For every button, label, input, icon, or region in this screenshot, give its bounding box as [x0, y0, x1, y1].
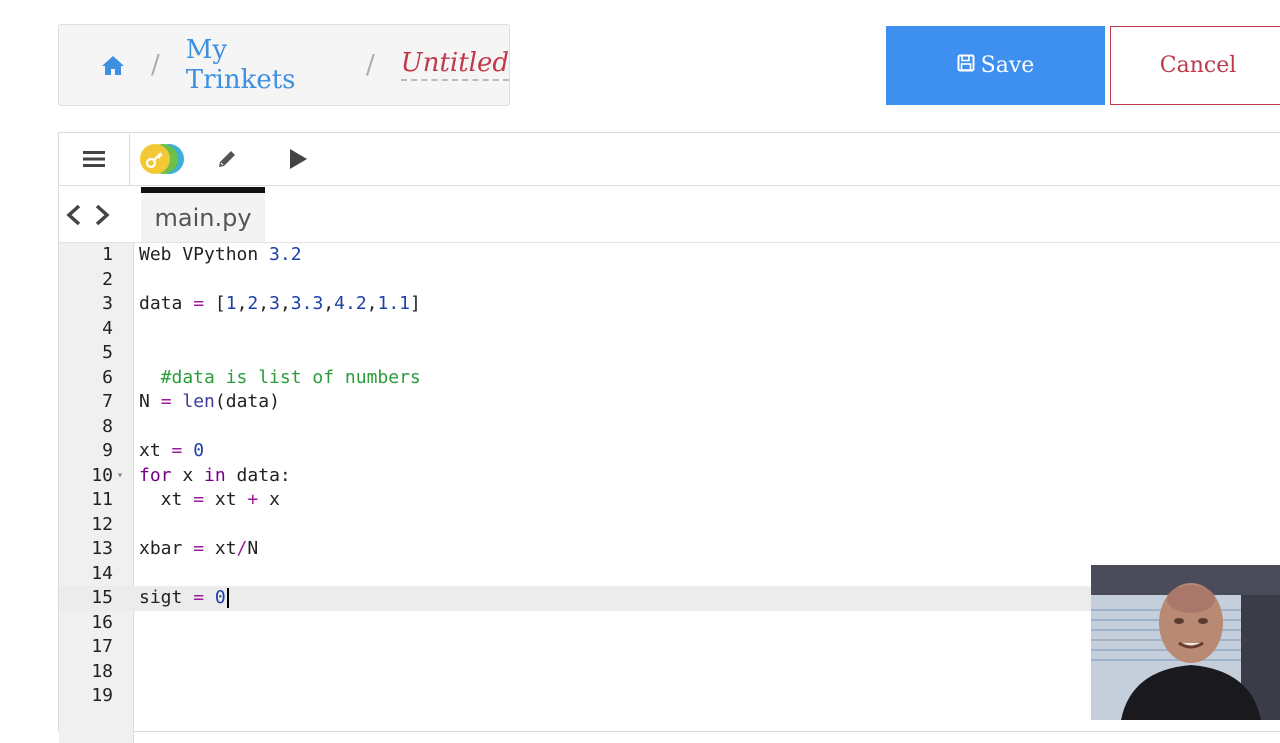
line-number: 18	[91, 660, 113, 682]
code-line: 8	[59, 415, 1280, 440]
tab-main-py[interactable]: main.py	[141, 187, 265, 242]
breadcrumb-separator: /	[151, 50, 160, 80]
breadcrumb-my-trinkets-link[interactable]: My Trinkets	[186, 35, 340, 95]
code-line: 1 Web VPython 3.2	[59, 243, 1280, 268]
code-line: 9 xt = 0	[59, 439, 1280, 464]
file-tab-bar: main.py	[59, 186, 1280, 243]
code-line: 11 xt = xt + x	[59, 488, 1280, 513]
text-cursor	[226, 588, 229, 608]
code-line: 3 data = [1,2,3,3.3,4.2,1.1]	[59, 292, 1280, 317]
code-line: 12	[59, 513, 1280, 538]
line-number: 14	[91, 562, 113, 584]
code-line: 10 ▾ for x in data:	[59, 464, 1280, 489]
line-number: 10	[91, 464, 113, 486]
line-number: 16	[91, 611, 113, 633]
breadcrumb-separator: /	[366, 50, 375, 80]
webcam-overlay	[1091, 565, 1280, 720]
code-line-text: N = len(data)	[139, 391, 280, 412]
cancel-button-label: Cancel	[1159, 53, 1237, 78]
line-number: 12	[91, 513, 113, 535]
line-number: 19	[91, 685, 113, 706]
line-number: 3	[102, 293, 113, 314]
line-number: 17	[91, 636, 113, 657]
line-number: 2	[102, 268, 113, 290]
code-line: 4	[59, 317, 1280, 342]
trinket-title-editable[interactable]: Untitled	[400, 48, 509, 81]
fold-arrow-icon[interactable]: ▾	[117, 464, 123, 489]
code-line: 5	[59, 341, 1280, 366]
line-number: 8	[102, 415, 113, 437]
home-icon[interactable]	[101, 54, 125, 76]
pencil-icon[interactable]	[213, 143, 241, 175]
code-line-text: xt = 0	[139, 440, 205, 461]
line-number: 9	[102, 440, 113, 461]
code-line: 7 N = len(data)	[59, 390, 1280, 415]
line-number: 5	[102, 342, 113, 363]
code-line-text: xbar = xt/N	[139, 538, 259, 559]
tab-nav-arrows	[65, 204, 111, 230]
line-number: 15	[91, 587, 113, 608]
code-line: 13 xbar = xt/N	[59, 537, 1280, 562]
code-line-text: for x in data:	[139, 464, 291, 486]
code-line-text: xt = xt + x	[139, 489, 280, 510]
line-number: 6	[102, 366, 113, 388]
code-line-text: sigt = 0	[139, 586, 229, 611]
chevron-right-icon[interactable]	[93, 204, 111, 230]
line-number: 1	[102, 244, 113, 265]
code-line-text: #data is list of numbers	[139, 366, 421, 388]
chevron-left-icon[interactable]	[65, 204, 83, 230]
code-line-text: Web VPython 3.2	[139, 244, 302, 265]
save-button-label: Save	[980, 53, 1035, 78]
code-line: 6 #data is list of numbers	[59, 366, 1280, 391]
line-number: 11	[91, 489, 113, 510]
editor-toolbar	[59, 133, 1280, 186]
code-line-text: data = [1,2,3,3.3,4.2,1.1]	[139, 293, 421, 314]
line-number: 13	[91, 538, 113, 559]
key-icon[interactable]	[137, 143, 187, 175]
hamburger-menu-icon[interactable]	[59, 133, 130, 185]
floppy-disk-icon	[957, 53, 975, 78]
cancel-button[interactable]: Cancel	[1110, 26, 1280, 105]
line-number: 4	[102, 317, 113, 339]
code-line: 2	[59, 268, 1280, 293]
play-icon[interactable]	[285, 143, 311, 175]
save-button[interactable]: Save	[886, 26, 1105, 105]
line-number: 7	[102, 391, 113, 412]
breadcrumb: / My Trinkets / Untitled	[58, 24, 510, 106]
